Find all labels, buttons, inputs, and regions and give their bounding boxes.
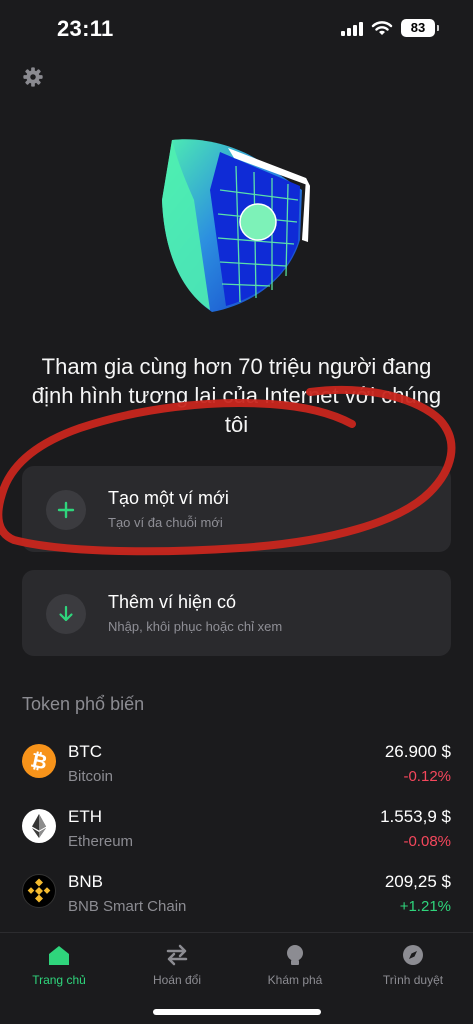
status-bar: 23:11 83 — [0, 0, 473, 56]
token-price: 209,25 $ — [384, 872, 451, 891]
token-row-btc[interactable]: ₿ BTC Bitcoin 26.900 $ -0.12% — [0, 738, 473, 798]
token-name: Ethereum — [68, 833, 134, 850]
status-time: 23:11 — [57, 16, 114, 41]
create-wallet-title: Tạo một ví mới — [108, 488, 229, 508]
import-wallet-title: Thêm ví hiện có — [108, 592, 237, 612]
nav-label: Khám phá — [267, 973, 323, 987]
ethereum-icon — [22, 809, 56, 843]
nav-label: Trình duyệt — [382, 973, 444, 987]
bnb-icon — [22, 874, 56, 908]
swap-icon — [166, 944, 188, 966]
compass-icon — [403, 945, 423, 965]
nav-browser[interactable]: Trình duyệt — [354, 933, 472, 1003]
token-change: -0.12% — [403, 768, 451, 785]
bulb-icon — [287, 945, 303, 965]
svg-text:₿: ₿ — [29, 748, 50, 775]
nav-label: Hoán đổi — [152, 973, 202, 987]
token-name: BNB Smart Chain — [68, 898, 187, 915]
nav-home[interactable]: Trang chủ — [0, 933, 118, 1003]
token-symbol: BNB — [68, 872, 103, 891]
token-price: 1.553,9 $ — [380, 807, 451, 826]
token-symbol: BTC — [68, 742, 102, 761]
import-wallet-subtitle: Nhập, khôi phục hoặc chỉ xem — [108, 619, 283, 634]
wifi-icon — [371, 21, 393, 35]
popular-tokens-title: Token phổ biến — [22, 694, 145, 714]
bitcoin-icon: ₿ — [22, 744, 56, 778]
create-wallet-subtitle: Tạo ví đa chuỗi mới — [108, 515, 223, 530]
nav-swap[interactable]: Hoán đổi — [118, 933, 236, 1003]
plus-icon — [46, 490, 86, 530]
signal-icon — [341, 20, 363, 36]
arrow-down-icon — [46, 594, 86, 634]
home-icon — [49, 946, 69, 965]
nav-label: Trang chủ — [32, 973, 86, 987]
import-wallet-button[interactable]: Thêm ví hiện có Nhập, khôi phục hoặc chỉ… — [22, 570, 451, 656]
status-icons: 83 — [341, 18, 439, 38]
token-name: Bitcoin — [68, 768, 114, 785]
headline: Tham gia cùng hơn 70 triệu người đang đị… — [31, 354, 442, 437]
token-symbol: ETH — [68, 807, 102, 826]
token-price: 26.900 $ — [384, 742, 451, 761]
token-row-eth[interactable]: ETH Ethereum 1.553,9 $ -0.08% — [0, 803, 473, 863]
gear-icon[interactable] — [22, 66, 44, 88]
token-change: +1.21% — [399, 898, 451, 915]
home-indicator — [153, 1009, 321, 1015]
shield-illustration — [162, 139, 310, 312]
nav-discover[interactable]: Khám phá — [236, 933, 354, 1003]
battery-icon: 83 — [401, 19, 439, 37]
token-change: -0.08% — [403, 833, 451, 850]
create-wallet-button[interactable]: Tạo một ví mới Tạo ví đa chuỗi mới — [22, 466, 451, 552]
token-row-bnb[interactable]: BNB BNB Smart Chain 209,25 $ +1.21% — [0, 868, 473, 928]
